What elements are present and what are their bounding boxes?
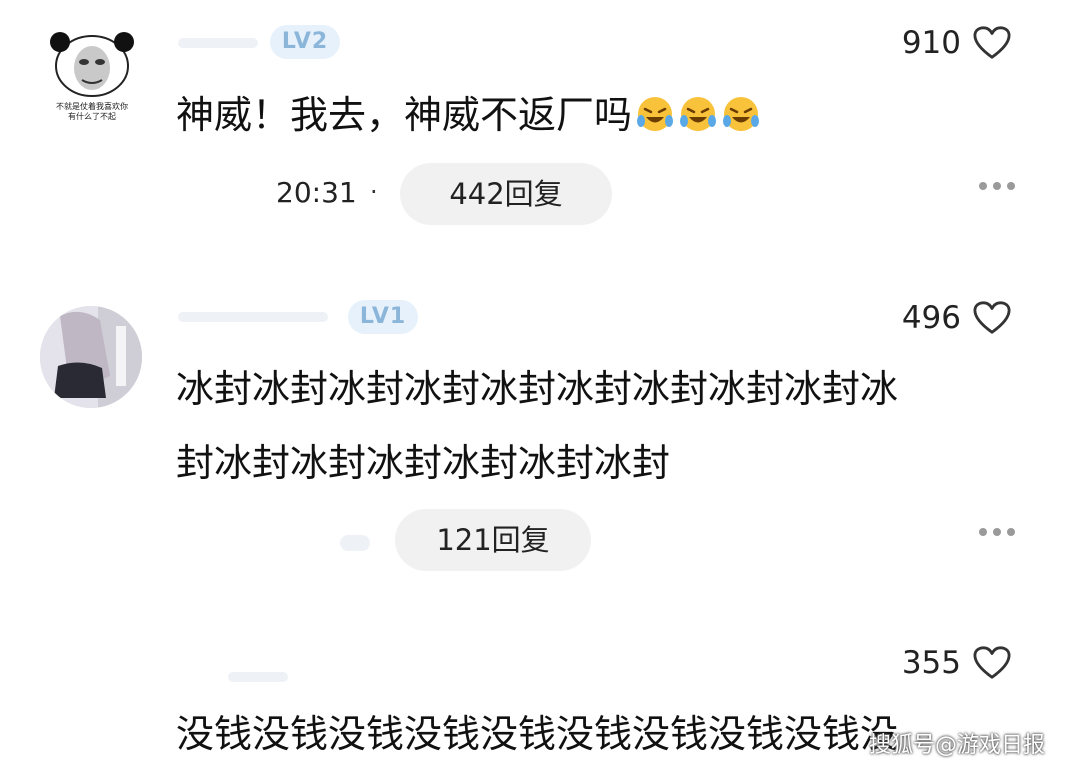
watermark: 搜狐号@游戏日报: [868, 733, 1045, 758]
like-control[interactable]: 355: [902, 640, 1011, 686]
heart-outline-icon[interactable]: [973, 645, 1011, 681]
username-blurred[interactable]: [228, 672, 288, 682]
comment-item: 355 没钱没钱没钱没钱没钱没钱没钱没钱没钱没: [0, 0, 1067, 769]
like-count: 355: [901, 645, 961, 681]
